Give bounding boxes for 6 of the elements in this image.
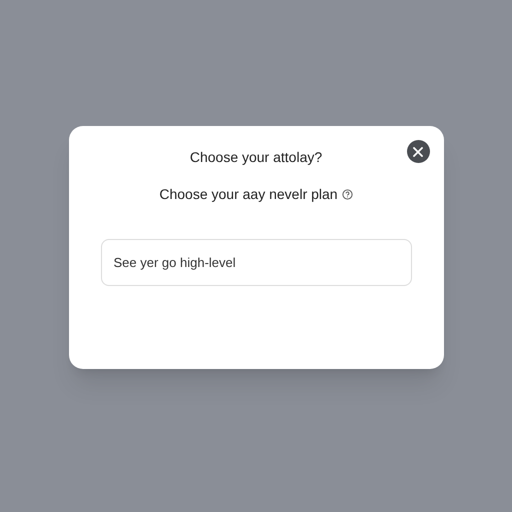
dialog-subtitle: Choose your aay nevelr plan <box>159 185 338 203</box>
help-icon <box>342 188 353 200</box>
text-field[interactable]: See yer go high-level <box>100 239 412 286</box>
close-icon <box>413 146 423 156</box>
close-button[interactable] <box>406 140 430 163</box>
dialog-title: Choose your attolay? <box>190 148 322 166</box>
